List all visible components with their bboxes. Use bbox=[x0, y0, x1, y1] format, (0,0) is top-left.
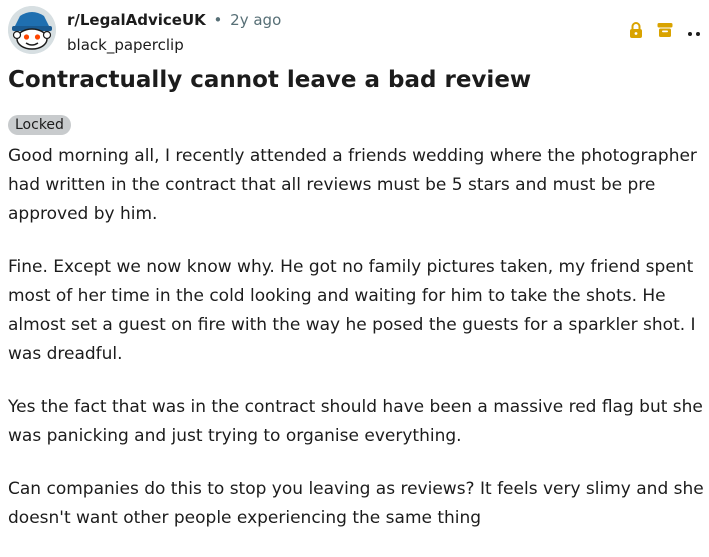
body-paragraph: Good morning all, I recently attended a … bbox=[8, 146, 697, 224]
body-paragraph: Fine. Except we now know why. He got no … bbox=[8, 257, 696, 364]
post-body: Good morning all, I recently attended a … bbox=[8, 142, 705, 557]
author-link[interactable]: black_paperclip bbox=[67, 35, 184, 55]
body-paragraph: Can companies do this to stop you leavin… bbox=[8, 479, 704, 528]
post-age: 2y ago bbox=[230, 11, 282, 29]
more-options-icon[interactable] bbox=[687, 23, 701, 42]
post-title[interactable]: Contractually cannot leave a bad review bbox=[8, 64, 531, 96]
subreddit-link[interactable]: r/LegalAdviceUK bbox=[67, 11, 206, 29]
locked-flair-badge: Locked bbox=[8, 115, 71, 135]
post-container: r/LegalAdviceUK • 2y ago black_paperclip bbox=[0, 0, 709, 543]
post-status-icons bbox=[615, 22, 701, 42]
lock-icon bbox=[629, 22, 643, 42]
post-meta: r/LegalAdviceUK • 2y ago bbox=[67, 10, 281, 30]
body-paragraph: Yes the fact that was in the contract sh… bbox=[8, 397, 703, 446]
subreddit-avatar-icon[interactable] bbox=[8, 6, 56, 54]
meta-separator: • bbox=[213, 11, 223, 29]
snoo-icon bbox=[8, 6, 56, 54]
archive-icon bbox=[657, 22, 673, 42]
